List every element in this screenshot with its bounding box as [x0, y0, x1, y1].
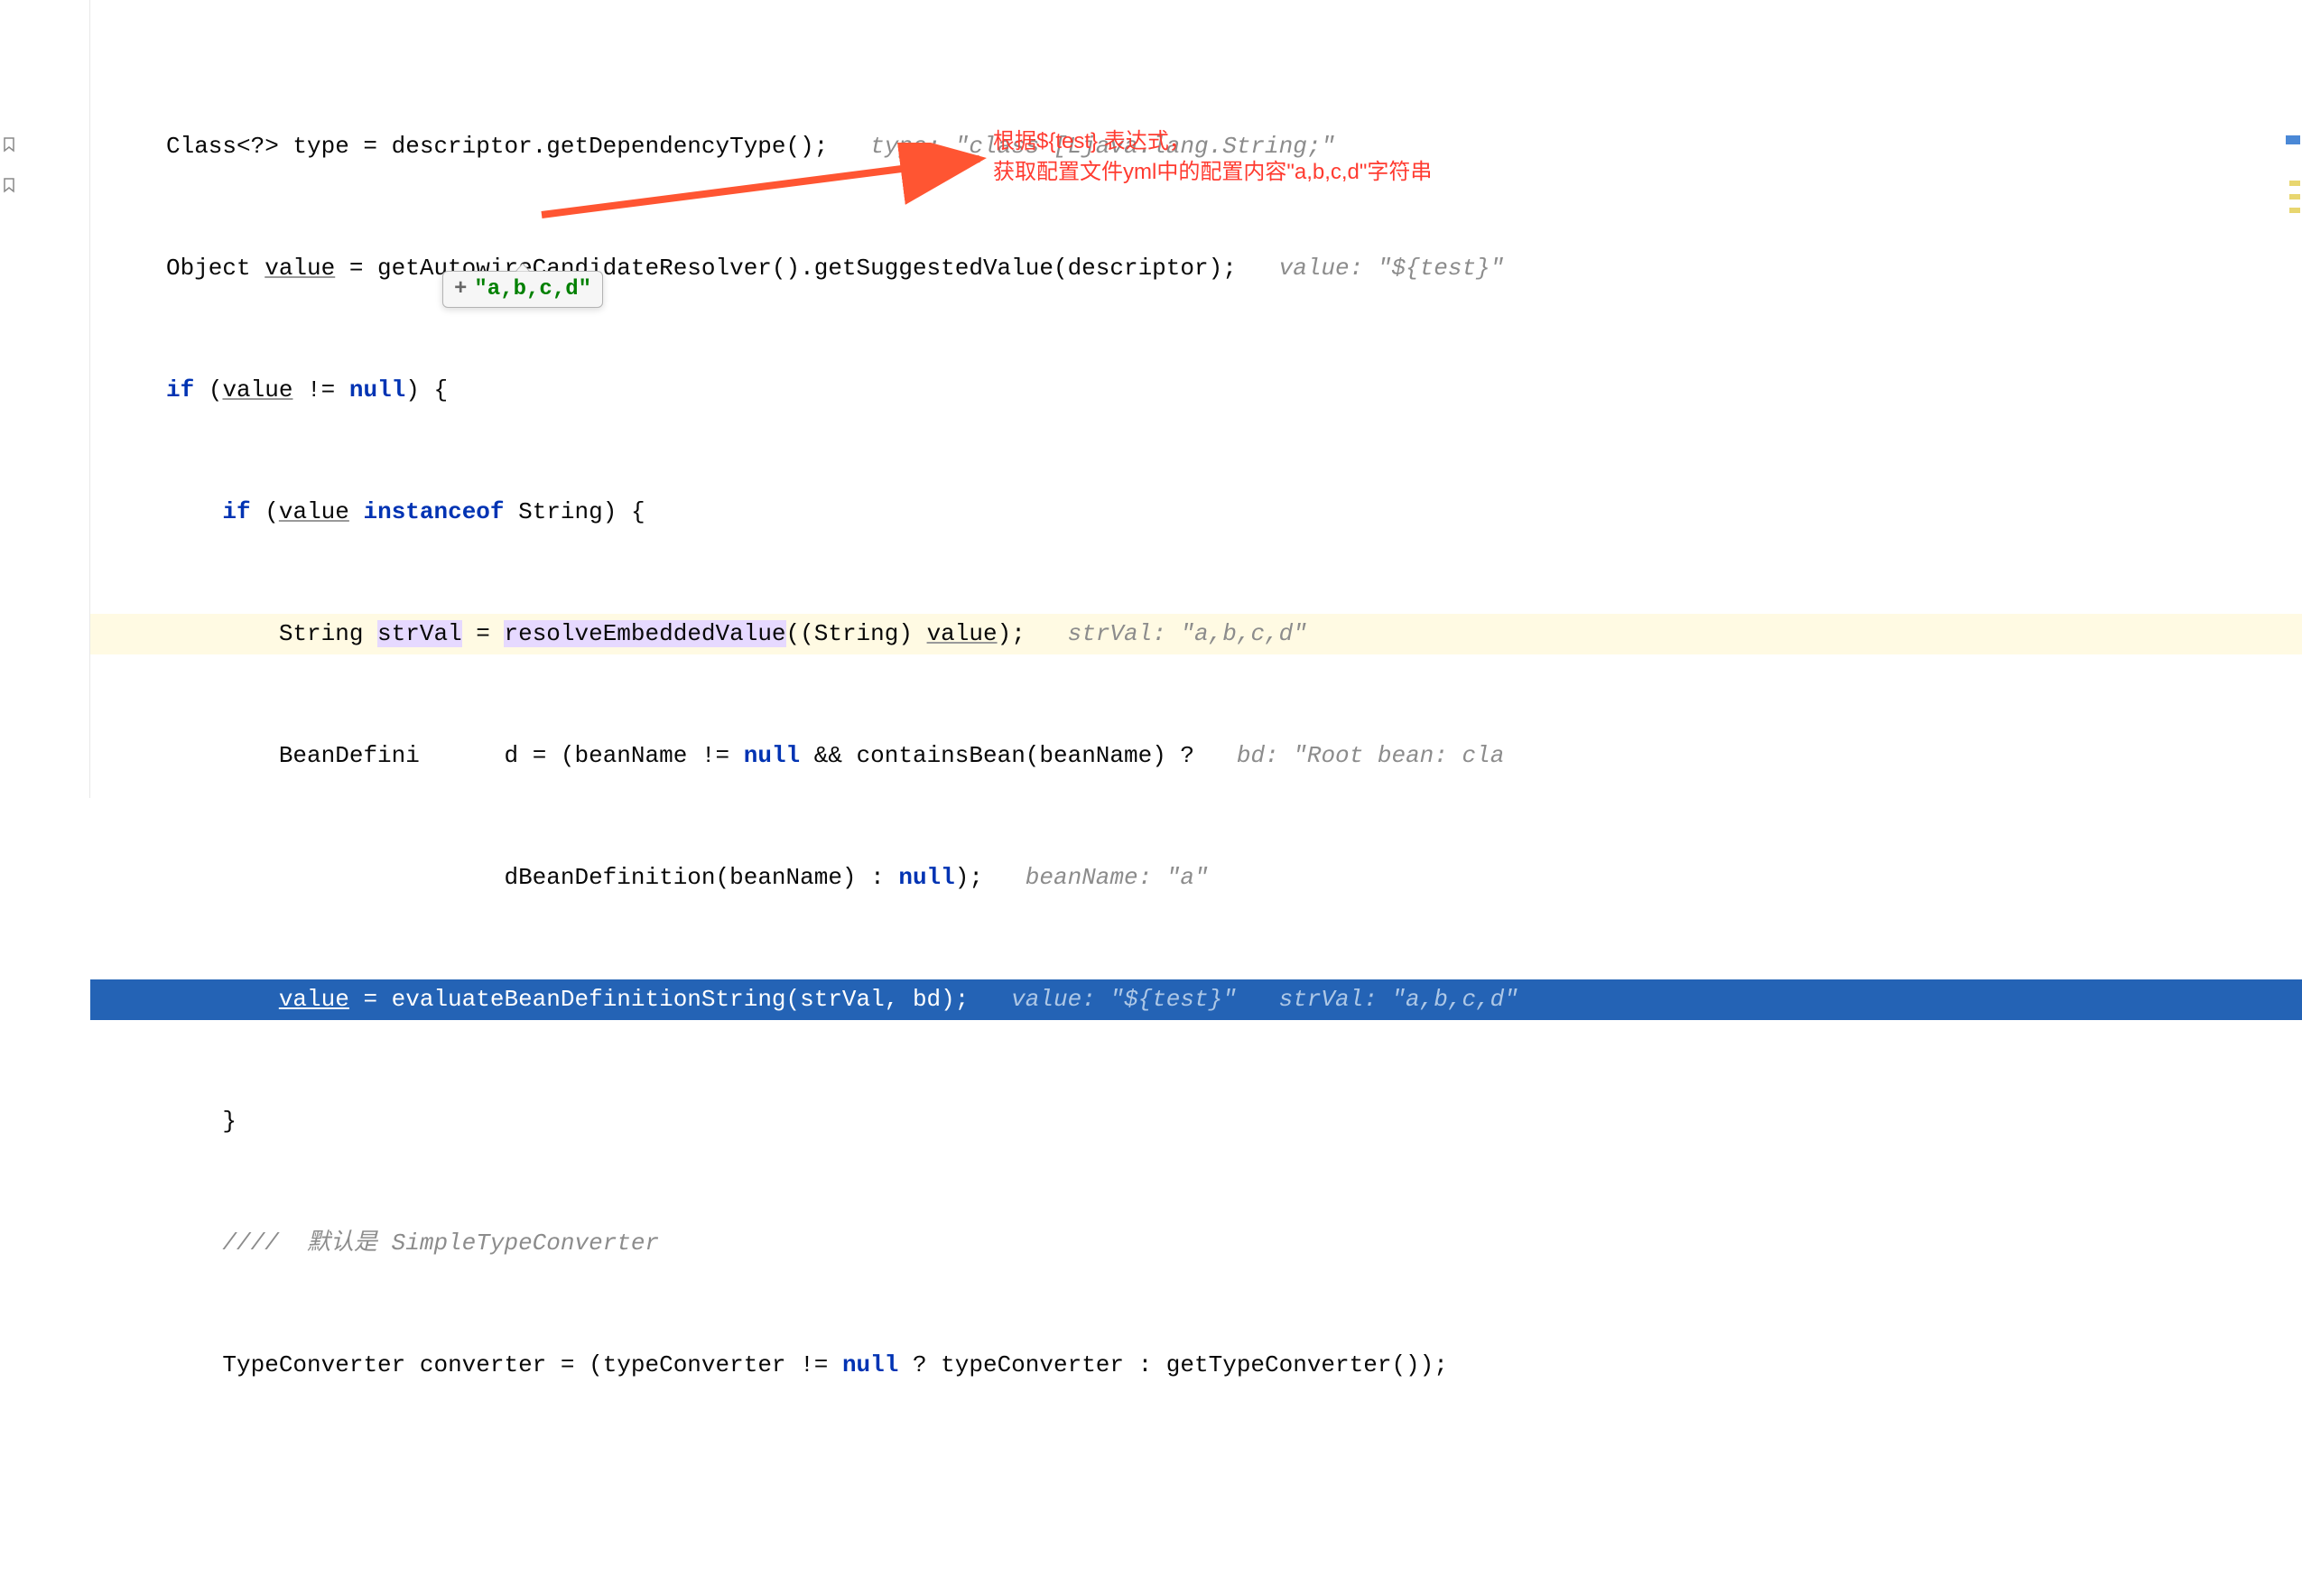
code-line[interactable]: TypeConverter converter = (typeConverter…	[90, 1345, 2302, 1386]
tooltip-nub-icon	[515, 264, 530, 272]
inline-hint: strVal: "a,b,c,d"	[1279, 986, 1518, 1013]
inline-hint: bd: "Root bean: cla	[1237, 742, 1504, 769]
code-text: !=	[292, 376, 348, 404]
code-text: );	[955, 864, 983, 891]
keyword: instanceof	[363, 498, 504, 525]
code-line[interactable]: if (value instanceof String) {	[90, 492, 2302, 533]
code-text: = evaluateBeanDefinitionString(strVal, b…	[349, 986, 970, 1013]
variable-ref: value	[222, 376, 292, 404]
scroll-marker[interactable]	[2289, 208, 2300, 213]
code-line[interactable]: }	[90, 1101, 2302, 1142]
annotation-line: 根据${test} 表达式，	[993, 126, 1432, 157]
code-text: d = (beanName !=	[504, 742, 743, 769]
scroll-marker-strip[interactable]	[2288, 0, 2302, 798]
tooltip-value: "a,b,c,d"	[474, 277, 591, 302]
variable-highlighted: strVal	[377, 620, 462, 647]
code-line[interactable]: getMergedBeanDefinition(beanName) : null…	[90, 858, 2302, 898]
inline-hint: value: "${test}"	[1011, 986, 1237, 1013]
expand-icon[interactable]: +	[454, 277, 467, 302]
variable-ref: value	[265, 255, 335, 282]
keyword: if	[166, 376, 194, 404]
code-text: (	[194, 376, 222, 404]
code-line-current[interactable]: value = evaluateBeanDefinitionString(str…	[90, 979, 2302, 1020]
code-editor[interactable]: Class<?> type = descriptor.getDependency…	[90, 0, 2302, 1596]
scroll-marker[interactable]	[2289, 181, 2300, 186]
keyword: if	[222, 498, 250, 525]
code-line[interactable]: //// 默认是 SimpleTypeConverter	[90, 1223, 2302, 1264]
code-text: ? typeConverter : getTypeConverter());	[898, 1351, 1448, 1378]
bookmark-icon[interactable]	[0, 176, 18, 194]
keyword: null	[842, 1351, 898, 1378]
code-text: && containsBean(beanName) ?	[800, 742, 1194, 769]
code-line[interactable]: Object value = getAutowireCandidateResol…	[90, 248, 2302, 289]
code-line[interactable]: if (value != null) {	[90, 370, 2302, 411]
variable-ref: value	[279, 498, 349, 525]
scroll-marker[interactable]	[2286, 135, 2300, 144]
code-text	[349, 498, 364, 525]
bookmark-icon[interactable]	[0, 135, 18, 153]
variable-ref: value	[279, 986, 349, 1013]
code-text: String	[279, 620, 377, 647]
code-text: dBeanDefinition(beanName) :	[504, 864, 898, 891]
code-line-highlighted[interactable]: String strVal = resolveEmbeddedValue((St…	[90, 614, 2302, 654]
variable-ref: value	[927, 620, 998, 647]
inline-hint: beanName: "a"	[1026, 864, 1209, 891]
scroll-marker[interactable]	[2289, 194, 2300, 200]
code-text: TypeConverter converter = (typeConverter…	[222, 1351, 842, 1378]
code-text: BeanDefini	[279, 742, 420, 769]
keyword: null	[898, 864, 954, 891]
debugger-value-tooltip[interactable]: + "a,b,c,d"	[442, 271, 603, 308]
code-text: Class<?> type = descriptor.getDependency…	[166, 133, 828, 160]
code-text: String) {	[505, 498, 645, 525]
code-text: Object	[166, 255, 265, 282]
keyword: null	[744, 742, 800, 769]
code-text: =	[462, 620, 505, 647]
inline-hint: value: "${test}"	[1279, 255, 1505, 282]
code-text: ) {	[405, 376, 448, 404]
keyword: null	[349, 376, 405, 404]
code-line[interactable]: BeanDefinition bd = (beanName != null &&…	[90, 736, 2302, 776]
code-text: ((String)	[786, 620, 927, 647]
code-text: );	[998, 620, 1026, 647]
editor-gutter	[0, 0, 90, 798]
code-text: (	[251, 498, 279, 525]
code-text: }	[222, 1108, 237, 1135]
annotation-text: 根据${test} 表达式， 获取配置文件yml中的配置内容"a,b,c,d"字…	[993, 126, 1432, 188]
comment: //// 默认是 SimpleTypeConverter	[222, 1229, 659, 1257]
inline-hint: strVal: "a,b,c,d"	[1068, 620, 1307, 647]
annotation-line: 获取配置文件yml中的配置内容"a,b,c,d"字符串	[993, 157, 1432, 188]
method-highlighted: resolveEmbeddedValue	[504, 620, 785, 647]
